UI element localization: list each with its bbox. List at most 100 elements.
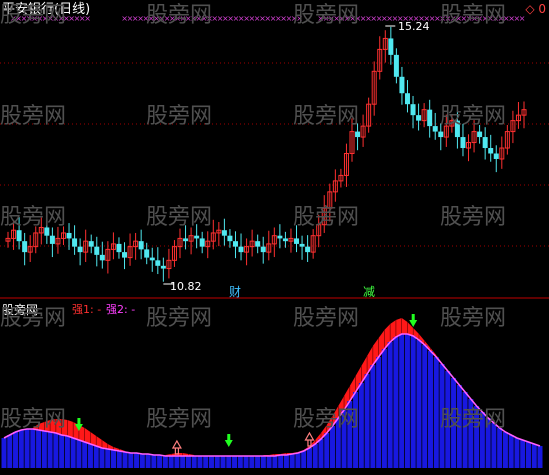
indicator-bar (433, 357, 439, 468)
candle-body (488, 148, 494, 154)
candle-body (88, 241, 94, 247)
candle-body (404, 93, 410, 105)
indicator-bar (203, 456, 209, 468)
indicator-bar (134, 453, 140, 468)
candle-body (227, 235, 233, 242)
indicator-bar (531, 444, 537, 468)
candle-body (355, 131, 361, 138)
candle-body (260, 246, 266, 253)
indicator-bar (1, 438, 7, 468)
tag-cai: 财 (229, 285, 242, 299)
candle-body (199, 238, 205, 247)
watermark: 股旁网 (0, 205, 67, 230)
candle-body (99, 254, 105, 261)
indicator-bar (53, 433, 59, 468)
candle-body (438, 131, 444, 138)
indicator-bar (70, 438, 76, 468)
candle-body (77, 246, 83, 253)
indicator-bar (116, 451, 122, 468)
watermark: 股旁网 (440, 407, 507, 432)
indicator-bar (105, 449, 111, 468)
sell-arrow-icon (409, 314, 418, 327)
indicator-bar (185, 456, 191, 468)
candle-body (493, 153, 499, 159)
candle-body (232, 241, 238, 247)
indicator-bar (497, 428, 503, 468)
indicator-bar (180, 456, 186, 468)
candle-body (160, 265, 166, 269)
candle-body (393, 54, 399, 77)
indicator-bar (266, 456, 272, 468)
candle-body (416, 115, 422, 121)
indicator-bar (399, 334, 405, 468)
watermark: 股旁网 (440, 104, 507, 129)
indicator-bar (381, 349, 387, 468)
candle-body (277, 235, 283, 239)
indicator-bar (502, 432, 508, 468)
indicator-bar (226, 456, 232, 468)
watermark: 股旁网 (293, 407, 360, 432)
candle-body (144, 249, 150, 258)
indicator-bar (404, 334, 410, 468)
indicator-bar (7, 435, 13, 468)
indicator-bar (64, 436, 70, 468)
indicator-bar (24, 429, 30, 468)
indicator-bar (283, 455, 289, 468)
indicator-bar (289, 454, 295, 468)
candle-body (282, 238, 288, 242)
candle-body (432, 126, 438, 132)
watermark: 股旁网 (0, 407, 67, 432)
indicator-bar (525, 442, 531, 468)
candle-body (482, 137, 488, 149)
indicator-bar (168, 456, 174, 468)
watermark: 股旁网 (440, 3, 507, 28)
candle-body (94, 246, 100, 255)
indicator-bar (295, 453, 301, 468)
indicator-bar (41, 431, 47, 468)
indicator-bar (243, 456, 249, 468)
candle-body (294, 238, 300, 244)
stock-chart: ××××××××××××××× ×××××××××××××××××××××××××… (0, 14, 549, 468)
indicator-bar (191, 456, 197, 468)
candle-body (238, 246, 244, 253)
indicator-bar (249, 456, 255, 468)
indicator-bar (422, 345, 428, 468)
indicator-bar (272, 456, 278, 468)
indicator-bar (82, 442, 88, 468)
indicator-bar (301, 451, 307, 468)
candle-body (72, 238, 78, 247)
candle-body (410, 104, 416, 116)
indicator-bar (162, 456, 168, 468)
sell-arrow-icon (224, 434, 233, 447)
watermark: 股旁网 (146, 3, 213, 28)
high-price-label: 15.24 (398, 20, 430, 33)
candle-body (22, 241, 28, 253)
chart-window: × × × × × × × × × × × × × × × × × × × × × × × × × × × × × × × × × × × × × × × ×… (0, 0, 549, 475)
candle-body (49, 235, 55, 244)
indicator-bar (318, 439, 324, 468)
indicator-bar (111, 450, 117, 468)
indicator-bar (151, 455, 157, 468)
indicator-bar (427, 351, 433, 468)
watermark: 股旁网 (0, 306, 67, 331)
indicator-bar (416, 340, 422, 468)
tag-jian: 减 (363, 285, 376, 299)
indicator-bar (59, 435, 65, 468)
indicator-bar (99, 448, 105, 468)
indicator-bar (410, 336, 416, 468)
candle-body (399, 76, 405, 94)
indicator-bar (139, 454, 145, 468)
indicator-bar (520, 440, 526, 468)
candle-body (155, 260, 161, 266)
indicator-bar (376, 357, 382, 468)
indicator-bar (514, 438, 520, 468)
indicator-bar (278, 455, 284, 468)
indicator-bar (260, 456, 266, 468)
candle-body (122, 252, 128, 258)
candle-body (299, 243, 305, 247)
watermark: 股旁网 (146, 306, 213, 331)
candle-body (16, 230, 22, 242)
indicator-bar (122, 452, 128, 468)
legend-qiang2: 强2: - (106, 303, 136, 316)
indicator-bar (76, 440, 82, 468)
